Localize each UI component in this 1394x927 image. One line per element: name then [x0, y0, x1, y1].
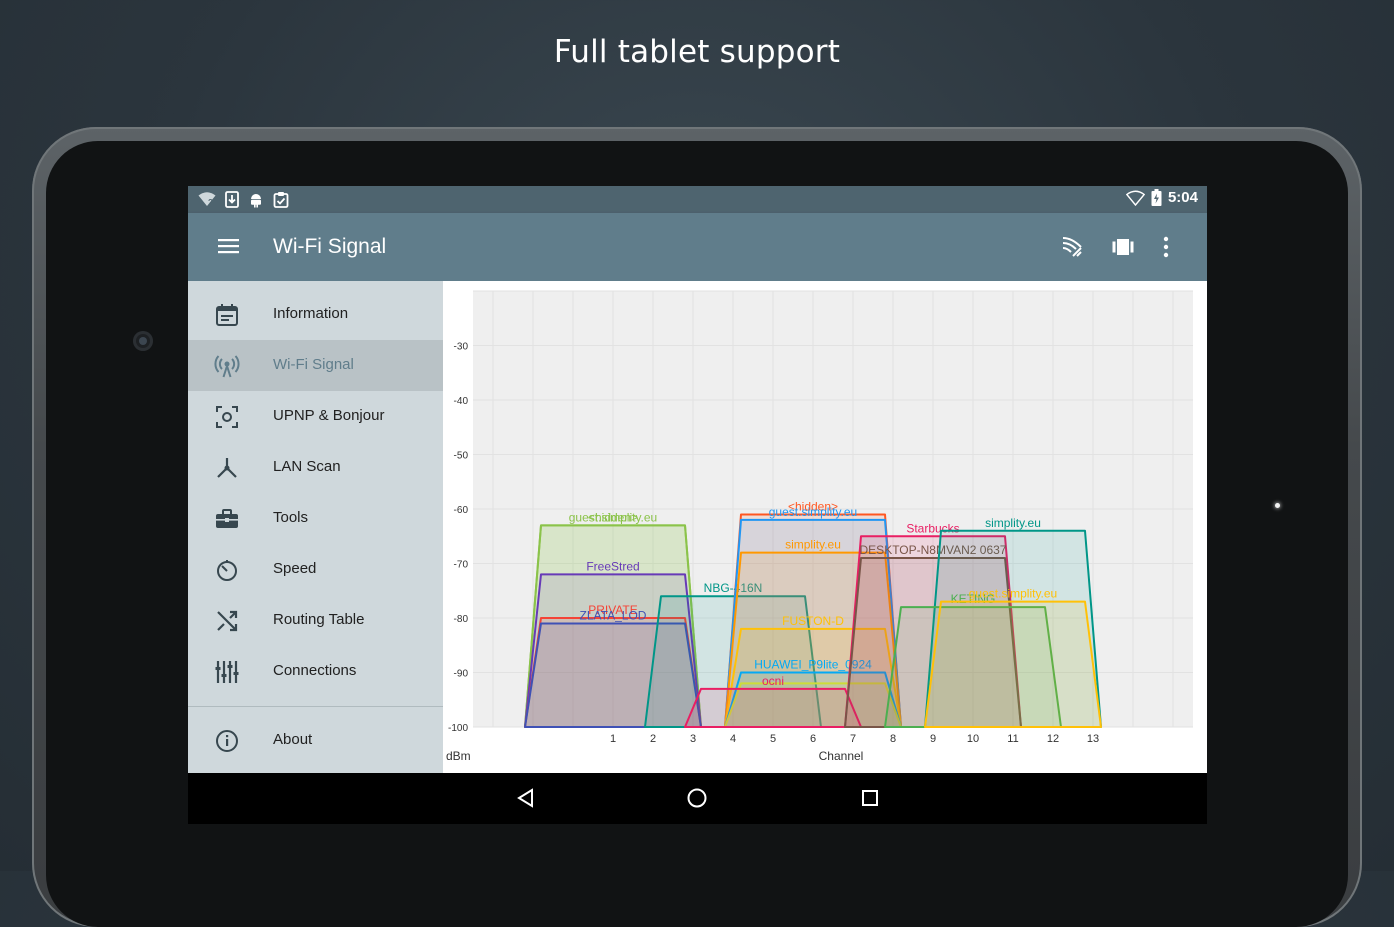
- navigation-drawer: Information Wi-Fi Signal UPNP & Bonjour …: [188, 281, 443, 773]
- timer-icon: [217, 560, 237, 581]
- drawer-item-wifi-signal[interactable]: Wi-Fi Signal: [188, 340, 443, 391]
- x-tick-label: 12: [1047, 733, 1059, 745]
- network-signal-area: [684, 687, 862, 728]
- y-tick-label: -30: [454, 342, 469, 353]
- scan-target-icon: [216, 406, 238, 428]
- drawer-item-lan-scan[interactable]: LAN Scan: [188, 442, 443, 493]
- network-label: ZLATA_LOD: [580, 608, 647, 622]
- x-tick-label: 13: [1087, 733, 1099, 745]
- drawer-item-label: Connections: [273, 662, 357, 679]
- network-label: <hidden>: [588, 510, 638, 524]
- status-bar: ? 5:04: [188, 186, 1207, 213]
- network-label: guest.simplity.eu: [769, 505, 857, 519]
- info-icon: [216, 730, 238, 752]
- x-tick-label: 2: [650, 733, 656, 745]
- drawer-divider: [188, 706, 443, 707]
- network-label: guest.simplity.eu: [969, 587, 1057, 601]
- svg-text:?: ?: [208, 198, 213, 207]
- x-tick-label: 9: [930, 733, 936, 745]
- drawer-item-routing-table[interactable]: Routing Table: [188, 595, 443, 646]
- calendar-icon: [216, 304, 238, 326]
- back-icon[interactable]: [515, 787, 537, 809]
- front-camera: [133, 331, 153, 351]
- app-title: Wi-Fi Signal: [273, 235, 387, 258]
- drawer-item-label: Tools: [273, 509, 309, 526]
- x-tick-label: 7: [850, 733, 856, 745]
- network-icon: [217, 458, 237, 478]
- y-tick-label: -40: [454, 396, 469, 407]
- drawer-item-label: LAN Scan: [273, 458, 341, 475]
- drawer-item-label: Speed: [273, 560, 317, 577]
- y-tick-label: -50: [454, 451, 469, 462]
- x-tick-label: 1: [610, 733, 616, 745]
- network-label: FUSTON-D: [782, 614, 844, 628]
- drawer-item-label: Information: [273, 305, 349, 322]
- network-label: ocni: [762, 674, 784, 688]
- shuffle-icon: [217, 610, 238, 632]
- toolbox-icon: [216, 509, 238, 528]
- x-tick-label: 3: [690, 733, 696, 745]
- equalizer-icon: [215, 661, 239, 683]
- x-tick-label: 5: [770, 733, 776, 745]
- headline: Full tablet support: [553, 34, 841, 70]
- hamburger-menu-icon[interactable]: [218, 238, 239, 254]
- y-tick-label: -100: [448, 723, 468, 734]
- recents-icon[interactable]: [859, 787, 881, 809]
- drawer-item-information[interactable]: Information: [188, 289, 443, 340]
- x-tick-label: 6: [810, 733, 816, 745]
- drawer-item-label: UPNP & Bonjour: [273, 407, 385, 424]
- y-tick-label: -60: [454, 505, 469, 516]
- wifi-signal-chart: -30-40-50-60-70-80-90-1001 2 3 4 5 6 7 8 9 10 11 12…: [446, 290, 1193, 763]
- drawer-item-upnp-bonjour[interactable]: UPNP & Bonjour: [188, 391, 443, 442]
- wifi-signal-chart-panel: -30 -40 -50 -60 -70 -80 -90 -100 1 2 3 4 5 6 7 8 9 10 11 12…: [443, 281, 1207, 773]
- network-label: FreeStred: [586, 559, 639, 573]
- clock: 5:04: [1167, 189, 1198, 206]
- wifi-outline-icon: [1125, 190, 1145, 206]
- x-tick-label: 11: [1007, 733, 1018, 745]
- drawer-item-label: About: [273, 731, 313, 748]
- x-tick-label: 8: [890, 733, 896, 745]
- network-label: simplity.eu: [785, 538, 841, 552]
- y-tick-label: -70: [454, 560, 469, 571]
- system-nav-bar: [188, 773, 1207, 824]
- y-tick-label: -80: [454, 614, 469, 625]
- battery-charging-icon: [1151, 189, 1162, 206]
- y-axis-label: dBm: [446, 749, 471, 763]
- wifi-tower-icon: [214, 355, 240, 378]
- app-bar: Wi-Fi Signal: [188, 213, 1207, 281]
- android-icon: [251, 194, 261, 208]
- x-axis-label: Channel: [819, 749, 864, 763]
- view-carousel-icon[interactable]: [1111, 235, 1135, 259]
- notification-led: [1275, 503, 1280, 508]
- wifi-question-icon: ?: [198, 192, 216, 207]
- x-tick-label: 4: [730, 733, 736, 745]
- download-icon: [225, 191, 239, 208]
- signal-scan-icon[interactable]: [1060, 235, 1084, 259]
- drawer-item-tools[interactable]: Tools: [188, 493, 443, 544]
- screen: ? 5:04 Wi-Fi Signal Information Wi-Fi Si…: [188, 186, 1207, 824]
- more-vert-icon[interactable]: [1160, 235, 1172, 259]
- x-tick-label: 10: [967, 733, 979, 745]
- drawer-item-speed[interactable]: Speed: [188, 544, 443, 595]
- drawer-item-label: Routing Table: [273, 611, 365, 628]
- drawer-item-about[interactable]: About: [188, 715, 443, 766]
- y-tick-label: -90: [454, 669, 469, 680]
- network-label: simplity.eu: [985, 516, 1041, 530]
- home-icon[interactable]: [686, 787, 708, 809]
- drawer-item-label: Wi-Fi Signal: [273, 356, 354, 373]
- network-signal-area: [924, 600, 1102, 728]
- clipboard-check-icon: [273, 192, 289, 208]
- drawer-item-connections[interactable]: Connections: [188, 646, 443, 697]
